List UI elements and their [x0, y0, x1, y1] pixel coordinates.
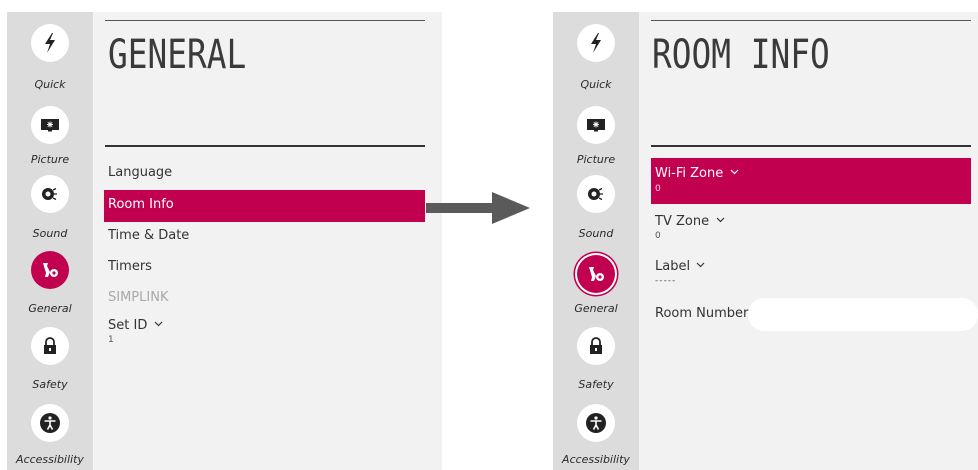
safety-button[interactable]: [31, 327, 69, 365]
nav-label-safety: Safety: [32, 378, 68, 391]
menu-item-wifi-zone[interactable]: Wi-Fi Zone 0: [651, 158, 971, 204]
top-divider: [651, 20, 971, 21]
picture-button[interactable]: [31, 106, 69, 144]
accessibility-icon: [40, 413, 60, 433]
title-divider: [651, 145, 971, 147]
lock-icon: [44, 337, 56, 354]
general-icon: [589, 267, 604, 281]
page-title: ROOM INFO: [652, 32, 830, 78]
menu-item-set-id[interactable]: Set ID: [108, 318, 163, 333]
sound-icon: [588, 187, 603, 201]
menu-item-simplink: SIMPLINK: [108, 290, 169, 305]
page-title: GENERAL: [108, 32, 247, 78]
quick-button[interactable]: [577, 24, 615, 62]
set-id-value: 1: [108, 335, 114, 345]
label-value: -----: [655, 276, 677, 286]
nav-label-quick: Quick: [34, 78, 66, 91]
menu-item-tv-zone[interactable]: TV Zone: [655, 214, 725, 229]
sound-button[interactable]: [577, 175, 615, 213]
general-button[interactable]: [577, 255, 615, 293]
menu-item-label-field[interactable]: Label: [655, 259, 705, 274]
left-settings-sidebar: Quick Picture Sound General Safety Acces…: [7, 12, 93, 470]
nav-label-sound: Sound: [578, 227, 614, 240]
sound-icon: [42, 187, 57, 201]
wifi-zone-value: 0: [655, 184, 661, 194]
nav-label-sound: Sound: [32, 227, 68, 240]
chevron-down-icon: [696, 262, 705, 268]
left-content-panel: GENERAL Language Room Info Time & Date T…: [93, 12, 442, 470]
accessibility-icon: [586, 413, 606, 433]
menu-item-language[interactable]: Language: [108, 165, 172, 180]
lightning-icon: [591, 33, 601, 53]
menu-item-time-date[interactable]: Time & Date: [108, 228, 189, 243]
transition-arrow-icon: [426, 192, 530, 224]
room-number-label: Room Number: [655, 306, 749, 321]
room-number-input[interactable]: [748, 298, 978, 331]
right-content-panel: ROOM INFO Wi-Fi Zone 0 TV Zone 0 Label -…: [639, 12, 978, 470]
nav-label-general: General: [574, 302, 618, 315]
menu-item-room-info[interactable]: Room Info: [104, 190, 425, 222]
nav-label-accessibility: Accessibility: [562, 453, 630, 466]
picture-button[interactable]: [577, 106, 615, 144]
nav-label-picture: Picture: [30, 153, 70, 166]
menu-item-timers[interactable]: Timers: [108, 259, 152, 274]
nav-label-general: General: [28, 302, 72, 315]
nav-label-picture: Picture: [576, 153, 616, 166]
chevron-down-icon: [730, 169, 739, 175]
lightning-icon: [45, 33, 55, 53]
picture-icon: [41, 119, 59, 132]
nav-label-accessibility: Accessibility: [16, 453, 84, 466]
accessibility-button[interactable]: [577, 404, 615, 442]
right-settings-sidebar: Quick Picture Sound General Safety Acces…: [553, 12, 639, 470]
chevron-down-icon: [716, 217, 725, 223]
menu-item-label: TV Zone: [655, 214, 710, 229]
safety-button[interactable]: [577, 327, 615, 365]
menu-item-label: Label: [655, 259, 691, 274]
menu-item-label: Wi-Fi Zone: [655, 166, 739, 181]
quick-button[interactable]: [31, 24, 69, 62]
top-divider: [105, 20, 425, 21]
accessibility-button[interactable]: [31, 404, 69, 442]
sound-button[interactable]: [31, 175, 69, 213]
menu-item-label: Room Info: [108, 197, 174, 212]
lock-icon: [590, 337, 602, 354]
picture-icon: [587, 119, 605, 132]
nav-label-quick: Quick: [580, 78, 612, 91]
title-divider: [105, 145, 425, 147]
menu-item-label: Set ID: [108, 318, 148, 333]
chevron-down-icon: [155, 321, 163, 327]
general-icon: [43, 263, 58, 277]
general-button[interactable]: [31, 251, 69, 289]
tv-zone-value: 0: [655, 231, 661, 241]
nav-label-safety: Safety: [578, 378, 614, 391]
